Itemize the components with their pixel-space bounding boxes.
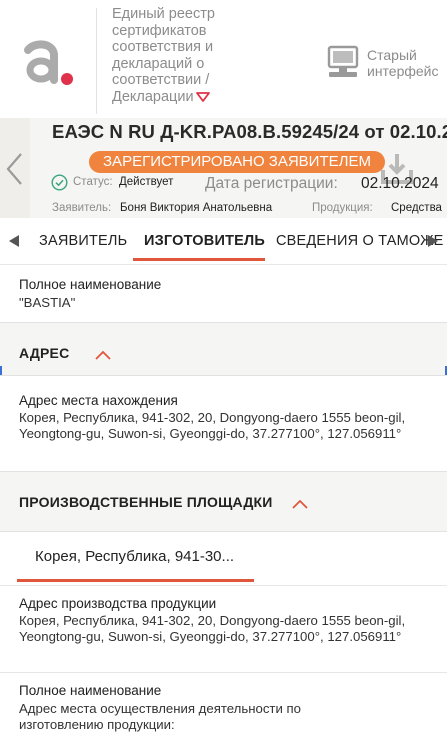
status-label: Статус: [73,176,113,188]
chevron-left-icon [6,153,22,185]
full-name-value: "BASTIA" [19,295,76,310]
tabs-scroll-left-icon[interactable] [8,234,20,248]
applicant-value: Боня Виктория Анатольевна [120,202,273,214]
header-divider [96,8,97,114]
chevron-up-icon[interactable] [292,499,308,509]
production-site-tab-indicator [17,579,254,582]
address-section-header[interactable]: АДРЕС [0,322,447,376]
fsa-logo-icon [24,40,73,85]
section-tabs: ЗАЯВИТЕЛЬ ИЗГОТОВИТЕЛЬ СВЕДЕНИЯ О ТАМОЖЕ [0,218,447,265]
products-label: Продукция: [312,202,373,214]
registration-date-label: Дата регистрации: [205,175,338,192]
registration-status-badge: ЗАРЕГИСТРИРОВАНО ЗАЯВИТЕЛЕМ [89,151,385,173]
divider [0,585,447,586]
tab-manufacturer[interactable]: ИЗГОТОВИТЕЛЬ [144,233,265,249]
check-circle-icon [51,174,68,191]
location-address-label: Адрес места нахождения [19,393,178,408]
divider [0,672,447,673]
certificate-number: ЕАЭС N RU Д-KR.PA08.B.59245/24 от 02.10.… [52,121,447,142]
registry-title-text: Единый реестр сертификатов соответствия … [112,6,215,105]
activity-address-label: Адрес места осуществления деятельности п… [19,701,301,732]
production-sites-section-title: ПРОИЗВОДСТВЕННЫЕ ПЛОЩАДКИ [19,494,273,510]
tabs-scroll-right-icon[interactable] [427,234,439,248]
production-address-label: Адрес производства продукции [19,596,217,611]
computer-icon [327,45,359,77]
production-site-tab[interactable]: Корея, Республика, 941-30... [35,548,234,565]
status-value: Действует [119,176,174,188]
site-full-name-label: Полное наименование [19,683,162,698]
address-section-title: АДРЕС [19,345,70,361]
applicant-label: Заявитель: [52,202,112,214]
app-header: Единый реестр сертификатов соответствия … [0,0,447,118]
tab-applicant[interactable]: ЗАЯВИТЕЛЬ [39,233,127,249]
back-button[interactable] [0,118,30,218]
chevron-up-icon[interactable] [95,350,111,360]
active-tab-indicator [133,258,265,261]
old-interface-link[interactable]: Старый интерфейс [326,44,447,84]
old-interface-label: Старый интерфейс [367,47,439,79]
left-edge-marker [0,366,2,375]
tab-customs-info[interactable]: СВЕДЕНИЯ О ТАМОЖЕ [276,233,444,249]
location-address-value: Корея, Республика, 941-302, 20, Dongyong… [19,410,406,441]
production-sites-section-header[interactable]: ПРОИЗВОДСТВЕННЫЕ ПЛОЩАДКИ [0,471,447,532]
certificate-banner: ЕАЭС N RU Д-KR.PA08.B.59245/24 от 02.10.… [0,118,447,218]
registration-date-value: 02.10.2024 [361,175,439,192]
registry-title[interactable]: Единый реестр сертификатов соответствия … [112,6,232,106]
dropdown-triangle-icon [195,92,210,102]
production-address-value: Корея, Республика, 941-302, 20, Dongyong… [19,613,406,644]
products-value: Средства [391,202,442,214]
full-name-label: Полное наименование [19,277,162,292]
